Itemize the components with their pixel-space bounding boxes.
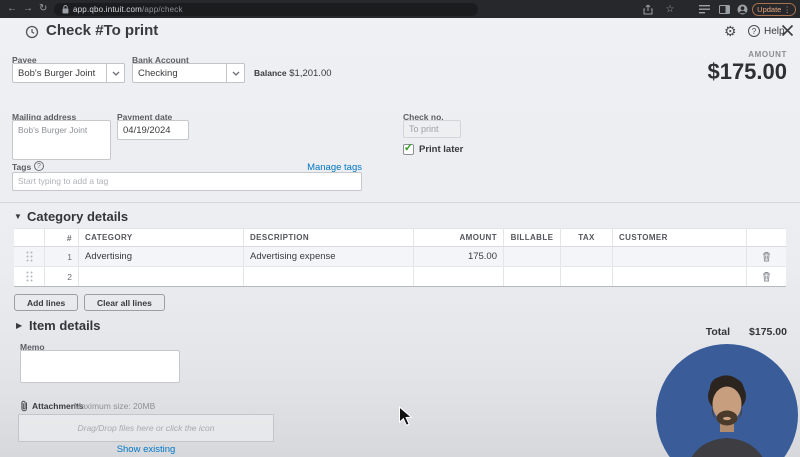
attachments-dropzone[interactable]: Drag/Drop files here or click the icon bbox=[18, 414, 274, 442]
tags-help-icon[interactable]: ? bbox=[34, 161, 44, 171]
bookmark-star-icon[interactable]: ☆ bbox=[663, 2, 677, 16]
col-category: CATEGORY bbox=[78, 229, 243, 246]
forward-icon[interactable]: → bbox=[23, 1, 33, 17]
dropzone-text: Drag/Drop files here or click the icon bbox=[77, 423, 214, 433]
browser-menu-kebab-icon: ⋮ bbox=[783, 5, 791, 14]
print-later-checkbox[interactable]: ✓ bbox=[403, 144, 414, 155]
browser-update-button[interactable]: Update ⋮ bbox=[752, 3, 796, 16]
category-details-title[interactable]: Category details bbox=[27, 209, 128, 224]
category-details-collapse-icon[interactable]: ▼ bbox=[14, 212, 22, 221]
amount-label: AMOUNT bbox=[748, 50, 787, 59]
chevron-down-icon[interactable] bbox=[226, 64, 244, 82]
delete-row-trash-icon[interactable] bbox=[746, 267, 786, 286]
delete-row-trash-icon[interactable] bbox=[746, 247, 786, 266]
add-lines-button[interactable]: Add lines bbox=[14, 294, 78, 311]
tags-input[interactable] bbox=[12, 172, 362, 191]
bank-account-input[interactable] bbox=[133, 64, 226, 82]
total-value: $175.00 bbox=[749, 326, 787, 338]
description-cell[interactable] bbox=[243, 267, 413, 286]
row-number: 1 bbox=[44, 247, 78, 266]
category-cell[interactable]: Advertising bbox=[78, 247, 243, 266]
category-details-table: # CATEGORY DESCRIPTION AMOUNT BILLABLE T… bbox=[14, 228, 786, 287]
tags-label: Tags bbox=[12, 162, 31, 172]
lock-icon bbox=[62, 5, 69, 14]
address-bar[interactable]: app.qbo.intuit.com/app/check bbox=[54, 3, 478, 16]
payee-select[interactable] bbox=[12, 63, 125, 83]
tax-cell[interactable] bbox=[560, 267, 612, 286]
profile-avatar-icon[interactable] bbox=[735, 2, 749, 16]
row-number: 2 bbox=[44, 267, 78, 286]
checkmark-icon: ✓ bbox=[404, 143, 413, 154]
balance-label: Balance bbox=[254, 68, 287, 78]
table-header-row: # CATEGORY DESCRIPTION AMOUNT BILLABLE T… bbox=[14, 228, 786, 247]
col-billable: BILLABLE bbox=[503, 229, 560, 246]
col-description: DESCRIPTION bbox=[243, 229, 413, 246]
balance-text: Balance $1,201.00 bbox=[254, 68, 332, 79]
tax-cell[interactable] bbox=[560, 247, 612, 266]
close-icon[interactable] bbox=[781, 24, 794, 42]
share-icon[interactable] bbox=[641, 2, 655, 16]
browser-toolbar: ← → ↻ app.qbo.intuit.com/app/check ☆ Upd… bbox=[0, 0, 800, 18]
reading-list-icon[interactable] bbox=[697, 2, 711, 16]
category-cell[interactable] bbox=[78, 267, 243, 286]
update-label: Update bbox=[757, 5, 781, 14]
drag-handle-icon[interactable] bbox=[14, 267, 44, 286]
item-details-expand-icon[interactable]: ▶ bbox=[16, 321, 22, 330]
customer-cell[interactable] bbox=[612, 247, 746, 266]
billable-cell[interactable] bbox=[503, 247, 560, 266]
clear-all-lines-button[interactable]: Clear all lines bbox=[84, 294, 165, 311]
print-later-label[interactable]: Print later bbox=[419, 144, 463, 155]
item-details-title[interactable]: Item details bbox=[29, 318, 101, 333]
webcam-overlay bbox=[656, 344, 798, 457]
show-existing-link[interactable]: Show existing bbox=[66, 444, 226, 455]
col-customer: CUSTOMER bbox=[612, 229, 746, 246]
col-tax: TAX bbox=[560, 229, 612, 246]
section-divider bbox=[0, 202, 800, 203]
check-no-input[interactable] bbox=[403, 120, 461, 138]
side-panel-icon[interactable] bbox=[717, 2, 731, 16]
app-window: ← → ↻ app.qbo.intuit.com/app/check ☆ Upd… bbox=[0, 0, 800, 457]
attachments-max-size: Maximum size: 20MB bbox=[74, 401, 155, 411]
url-path: /app/check bbox=[142, 5, 183, 14]
description-cell[interactable]: Advertising expense bbox=[243, 247, 413, 266]
back-icon[interactable]: ← bbox=[7, 1, 17, 17]
col-num: # bbox=[44, 229, 78, 246]
amount-value: $175.00 bbox=[707, 59, 787, 85]
reload-icon[interactable]: ↻ bbox=[39, 1, 47, 17]
recent-transactions-clock-icon[interactable] bbox=[25, 25, 39, 44]
url-host: app.qbo.intuit.com bbox=[73, 5, 142, 14]
chevron-down-icon[interactable] bbox=[106, 64, 124, 82]
mouse-cursor bbox=[398, 406, 413, 432]
billable-cell[interactable] bbox=[503, 267, 560, 286]
drag-handle-icon[interactable] bbox=[14, 247, 44, 266]
presenter-image bbox=[656, 344, 798, 457]
help-icon[interactable]: ? bbox=[748, 25, 760, 37]
table-row: 2 bbox=[14, 267, 786, 287]
table-row: 1 Advertising Advertising expense 175.00 bbox=[14, 247, 786, 267]
bank-account-select[interactable] bbox=[132, 63, 245, 83]
balance-value: $1,201.00 bbox=[289, 68, 331, 79]
mailing-address-textarea[interactable]: Bob's Burger Joint bbox=[12, 120, 111, 160]
payee-input[interactable] bbox=[13, 64, 106, 82]
page-title: Check #To print bbox=[46, 22, 158, 39]
memo-textarea[interactable] bbox=[20, 350, 180, 383]
settings-gear-icon[interactable]: ⚙ bbox=[724, 23, 737, 40]
col-amount: AMOUNT bbox=[413, 229, 503, 246]
amount-cell[interactable]: 175.00 bbox=[413, 247, 503, 266]
col-actions bbox=[746, 229, 786, 246]
drag-handle-column-header bbox=[14, 229, 44, 246]
customer-cell[interactable] bbox=[612, 267, 746, 286]
total-label: Total bbox=[650, 326, 730, 338]
amount-cell[interactable] bbox=[413, 267, 503, 286]
payment-date-input[interactable] bbox=[117, 120, 189, 140]
